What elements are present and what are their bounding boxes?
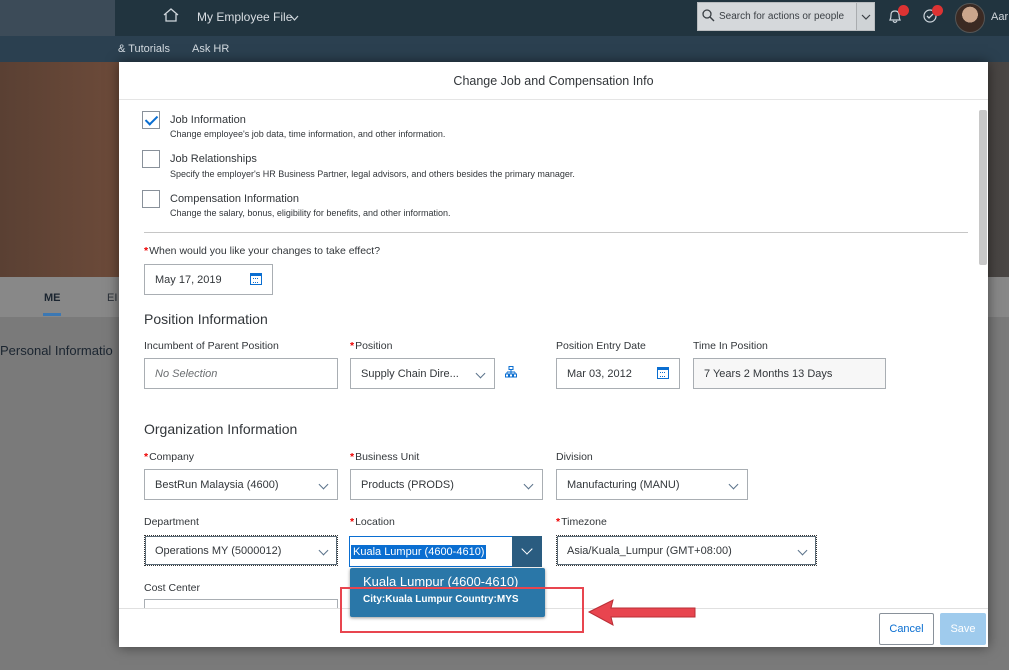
tab-employment[interactable]: EI [107,292,117,304]
company-select[interactable]: BestRun Malaysia (4600) [144,469,338,500]
time-in-position-field: 7 Years 2 Months 13 Days [693,358,886,389]
timezone-select[interactable]: Asia/Kuala_Lumpur (GMT+08:00) [556,535,817,566]
timezone-label: *Timezone [556,516,607,528]
calendar-icon[interactable] [657,367,669,379]
compensation-information-label: Compensation Information [170,193,300,205]
chevron-down-icon [318,545,329,556]
arrow-left-icon [587,598,699,631]
position-label: *Position [350,340,393,352]
entry-date-label: Position Entry Date [556,340,646,352]
position-select[interactable]: Supply Chain Dire... [350,358,495,389]
location-label: *Location [350,516,395,528]
home-icon[interactable] [163,8,179,25]
time-in-position-label: Time In Position [693,340,768,352]
business-unit-label: *Business Unit [350,451,420,463]
chevron-down-icon [318,479,329,490]
cost-center-label: Cost Center [144,582,201,594]
chevron-down-icon [728,479,739,490]
job-information-label: Job Information [170,114,246,126]
company-label: *Company [144,451,195,463]
avatar[interactable] [955,3,985,33]
department-select[interactable]: Operations MY (5000012) [144,535,338,566]
division-select[interactable]: Manufacturing (MANU) [556,469,748,500]
division-label: Division [556,451,593,463]
approvals-badge [932,5,943,16]
job-relationships-desc: Specify the employer's HR Business Partn… [170,169,575,179]
search-input[interactable]: Search for actions or people [697,2,875,31]
chevron-down-icon[interactable] [290,10,299,24]
location-input[interactable]: Kuala Lumpur (4600-4610) [349,536,513,567]
department-label: Department [144,516,199,528]
personal-info-heading: Personal Informatio [0,343,113,358]
sub-navigation: & Tutorials Ask HR [0,36,1009,62]
tab-me[interactable]: ME [44,292,61,304]
compensation-information-desc: Change the salary, bonus, eligibility fo… [170,208,451,218]
job-information-desc: Change employee's job data, time informa… [170,129,446,139]
divider [144,232,968,233]
location-dropdown-button[interactable] [512,536,542,567]
chevron-down-icon [797,545,808,556]
shell-title[interactable]: My Employee File [197,10,292,24]
incumbent-label: Incumbent of Parent Position [144,340,279,352]
entry-date-field[interactable]: Mar 03, 2012 [556,358,680,389]
incumbent-field[interactable]: No Selection [144,358,338,389]
search-placeholder: Search for actions or people [719,11,845,22]
search-icon [702,9,715,25]
subnav-tutorials[interactable]: & Tutorials [118,43,170,55]
effective-date-label: *When would you like your changes to tak… [144,245,381,257]
user-name[interactable]: Aar [991,11,1008,23]
org-chart-icon[interactable] [505,366,517,381]
save-button[interactable]: Save [940,613,986,645]
chevron-down-icon [523,479,534,490]
job-information-checkbox[interactable] [142,111,160,129]
search-scope-dropdown[interactable] [856,3,874,30]
chevron-down-icon [475,368,486,379]
calendar-icon[interactable] [250,273,262,285]
notification-badge [898,5,909,16]
highlight-box [340,587,584,633]
compensation-information-checkbox[interactable] [142,190,160,208]
dialog-scrollbar[interactable] [979,110,987,265]
location-selected-text: Kuala Lumpur (4600-4610) [351,545,487,559]
dialog-title: Change Job and Compensation Info [119,62,988,100]
business-unit-select[interactable]: Products (PRODS) [350,469,543,500]
cancel-button[interactable]: Cancel [879,613,934,645]
effective-date-field[interactable]: May 17, 2019 [144,264,273,295]
organization-section-title: Organization Information [144,421,298,437]
position-section-title: Position Information [144,311,268,327]
tab-me-indicator [43,313,61,316]
job-relationships-checkbox[interactable] [142,150,160,168]
subnav-ask-hr[interactable]: Ask HR [192,43,229,55]
job-relationships-label: Job Relationships [170,153,257,165]
